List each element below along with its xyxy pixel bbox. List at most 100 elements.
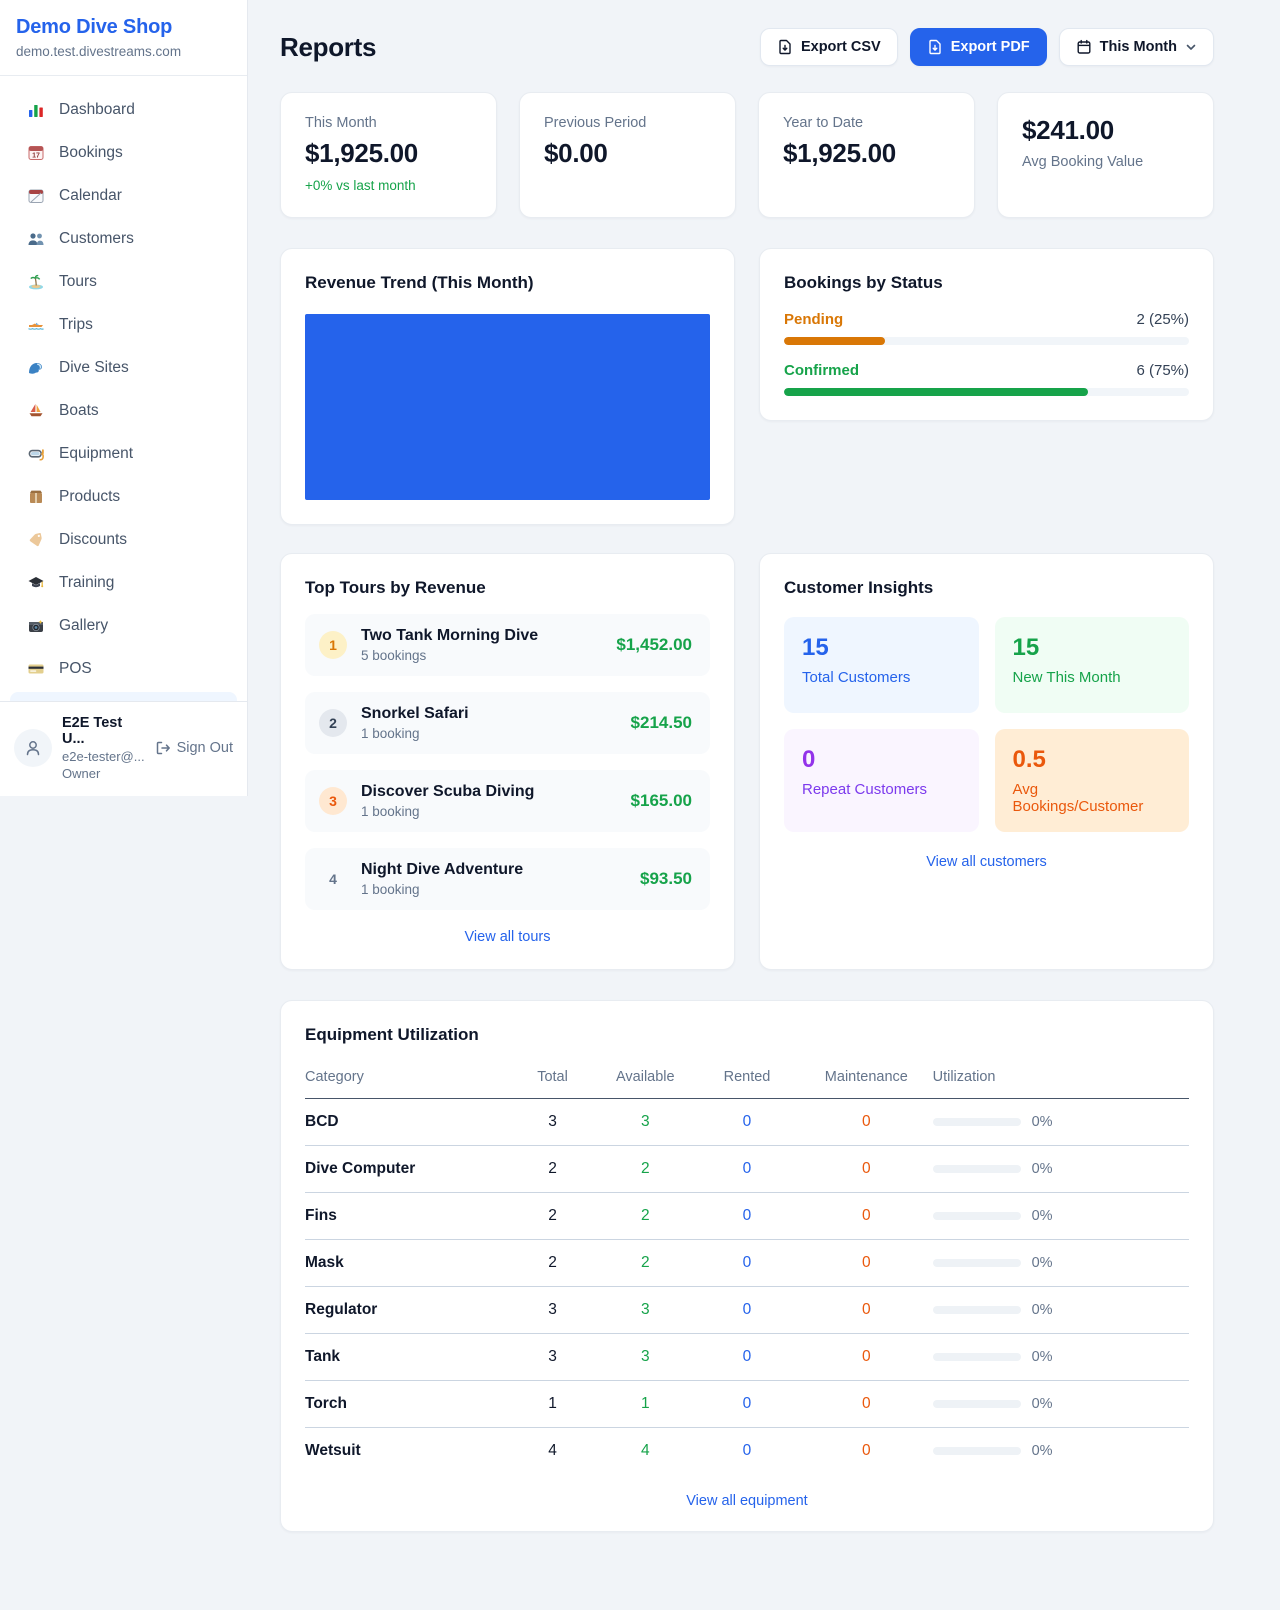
stat-card-previous-period: Previous Period $0.00 (519, 92, 736, 218)
insight-grid: 15 Total Customers 15 New This Month 0 R… (784, 617, 1189, 832)
tour-row[interactable]: 2 Snorkel Safari1 booking $214.50 (305, 692, 710, 754)
cell-available: 2 (597, 1240, 694, 1287)
sidebar-item-equipment[interactable]: Equipment (0, 432, 247, 475)
people-icon (26, 229, 46, 249)
table-row: Regulator 3 3 0 0 0% (305, 1287, 1189, 1334)
tour-row[interactable]: 4 Night Dive Adventure1 booking $93.50 (305, 848, 710, 910)
tour-revenue: $1,452.00 (616, 635, 692, 655)
export-csv-button[interactable]: Export CSV (760, 28, 898, 66)
sidebar-item-pos[interactable]: POS (0, 647, 247, 690)
sidebar-item-label: Dashboard (59, 101, 135, 119)
utilization-track (933, 1212, 1021, 1220)
bar-chart-icon (26, 100, 46, 120)
sidebar-item-boats[interactable]: Boats (0, 389, 247, 432)
credit-card-icon (26, 659, 46, 679)
tour-bookings: 1 booking (361, 726, 617, 741)
cell-rented: 0 (694, 1146, 800, 1193)
cell-maintenance: 0 (800, 1381, 933, 1428)
sidebar-item-tours[interactable]: Tours (0, 260, 247, 303)
header-actions: Export CSV Export PDF This Month (760, 28, 1214, 66)
utilization-track (933, 1165, 1021, 1173)
stat-card-year-to-date: Year to Date $1,925.00 (758, 92, 975, 218)
sidebar-item-products[interactable]: Products (0, 475, 247, 518)
col-utilization: Utilization (933, 1061, 1189, 1099)
shop-name[interactable]: Demo Dive Shop (16, 16, 231, 39)
sidebar-item-training[interactable]: Training (0, 561, 247, 604)
wave-icon (26, 358, 46, 378)
table-row: Tank 3 3 0 0 0% (305, 1334, 1189, 1381)
tour-revenue: $93.50 (640, 869, 692, 889)
package-icon (26, 487, 46, 507)
table-row: Mask 2 2 0 0 0% (305, 1240, 1189, 1287)
tour-name: Discover Scuba Diving (361, 783, 534, 800)
utilization-track (933, 1118, 1021, 1126)
revenue-trend-title: Revenue Trend (This Month) (305, 273, 710, 293)
utilization-track (933, 1447, 1021, 1455)
calendar-date-icon: 17 (26, 143, 46, 163)
graduation-cap-icon (26, 573, 46, 593)
sidebar-item-discounts[interactable]: Discounts (0, 518, 247, 561)
view-all-tours-link[interactable]: View all tours (305, 929, 710, 945)
equipment-table: Category Total Available Rented Maintena… (305, 1061, 1189, 1474)
tour-row[interactable]: 1 Two Tank Morning Dive5 bookings $1,452… (305, 614, 710, 676)
sidebar-item-label: Gallery (59, 617, 108, 635)
tour-row[interactable]: 3 Discover Scuba Diving1 booking $165.00 (305, 770, 710, 832)
stat-card-this-month: This Month $1,925.00 +0% vs last month (280, 92, 497, 218)
user-email: e2e-tester@... (62, 749, 145, 764)
cell-total: 2 (508, 1193, 596, 1240)
cell-rented: 0 (694, 1099, 800, 1146)
cell-maintenance: 0 (800, 1099, 933, 1146)
cell-available: 3 (597, 1287, 694, 1334)
tour-bookings: 1 booking (361, 804, 617, 819)
cell-utilization: 0% (933, 1099, 1189, 1146)
sidebar-item-calendar[interactable]: Calendar (0, 174, 247, 217)
cell-available: 4 (597, 1428, 694, 1475)
customer-insights-title: Customer Insights (784, 578, 1189, 598)
cell-utilization: 0% (933, 1334, 1189, 1381)
charts-row: Revenue Trend (This Month) Bookings by S… (280, 248, 1214, 525)
period-dropdown[interactable]: This Month (1059, 28, 1214, 66)
sidebar-item-dive-sites[interactable]: Dive Sites (0, 346, 247, 389)
sidebar-item-bookings[interactable]: 17 Bookings (0, 131, 247, 174)
export-csv-label: Export CSV (801, 39, 881, 55)
table-row: BCD 3 3 0 0 0% (305, 1099, 1189, 1146)
cell-category: Regulator (305, 1287, 508, 1334)
col-category: Category (305, 1061, 508, 1099)
cell-category: Tank (305, 1334, 508, 1381)
sidebar-item-dashboard[interactable]: Dashboard (0, 88, 247, 131)
view-all-customers-link[interactable]: View all customers (784, 854, 1189, 870)
cell-available: 1 (597, 1381, 694, 1428)
file-download-icon (777, 39, 793, 55)
cell-rented: 0 (694, 1287, 800, 1334)
sidebar-item-trips[interactable]: Trips (0, 303, 247, 346)
export-pdf-button[interactable]: Export PDF (910, 28, 1047, 66)
tile-value: 15 (1013, 634, 1172, 662)
equipment-utilization-card: Equipment Utilization Category Total Ava… (280, 1000, 1214, 1532)
cell-rented: 0 (694, 1240, 800, 1287)
cell-rented: 0 (694, 1381, 800, 1428)
status-label: Confirmed (784, 362, 859, 379)
revenue-trend-card: Revenue Trend (This Month) (280, 248, 735, 525)
utilization-percent: 0% (1032, 1255, 1053, 1271)
period-label: This Month (1100, 39, 1177, 55)
stat-label: This Month (305, 115, 472, 131)
cell-utilization: 0% (933, 1146, 1189, 1193)
sidebar-item-label: POS (59, 660, 92, 678)
sidebar-item-gallery[interactable]: Gallery (0, 604, 247, 647)
tour-bookings: 1 booking (361, 882, 626, 897)
export-pdf-label: Export PDF (951, 39, 1030, 55)
utilization-percent: 0% (1032, 1443, 1053, 1459)
rank-badge: 2 (319, 709, 347, 737)
sidebar-item-customers[interactable]: Customers (0, 217, 247, 260)
cell-total: 1 (508, 1381, 596, 1428)
sidebar-item-reports-partial[interactable] (10, 692, 237, 701)
sign-out-button[interactable]: Sign Out (155, 740, 233, 756)
tile-label: Total Customers (802, 669, 961, 686)
view-all-equipment-link[interactable]: View all equipment (305, 1493, 1189, 1509)
stat-label: Previous Period (544, 115, 711, 131)
equipment-table-body: BCD 3 3 0 0 0% Dive Computer 2 2 0 0 0% … (305, 1099, 1189, 1475)
tile-value: 15 (802, 634, 961, 662)
cell-category: Torch (305, 1381, 508, 1428)
rank-badge: 3 (319, 787, 347, 815)
cell-total: 3 (508, 1099, 596, 1146)
